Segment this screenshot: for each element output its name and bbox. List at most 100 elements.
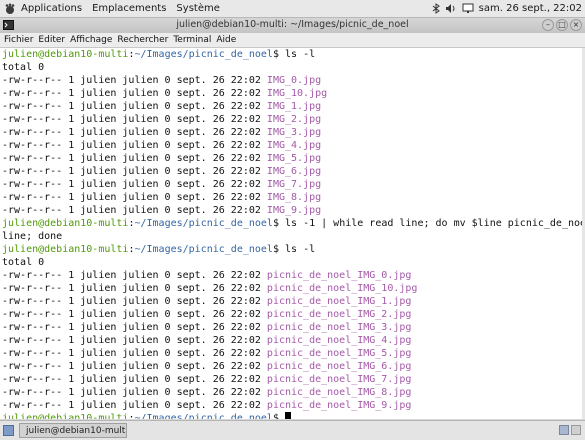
file-attrs: -rw-r--r-- 1 julien julien 0 sept. 26 22… — [2, 270, 261, 281]
file-name: picnic_de_noel_IMG_2.jpg — [266, 309, 412, 320]
file-entry: -rw-r--r-- 1 julien julien 0 sept. 26 22… — [2, 295, 411, 308]
prompt-path: ~/Images/picnic_de_noel — [134, 218, 273, 229]
file-entry: -rw-r--r-- 1 julien julien 0 sept. 26 22… — [2, 282, 417, 295]
file-attrs: -rw-r--r-- 1 julien julien 0 sept. 26 22… — [2, 205, 261, 216]
menu-terminal[interactable]: Terminal — [173, 35, 211, 45]
total-line: total 0 — [2, 257, 45, 268]
file-entry: -rw-r--r-- 1 julien julien 0 sept. 26 22… — [2, 74, 321, 87]
file-entry: -rw-r--r-- 1 julien julien 0 sept. 26 22… — [2, 152, 321, 165]
file-entry: -rw-r--r-- 1 julien julien 0 sept. 26 22… — [2, 87, 327, 100]
menu-applications[interactable]: Applications — [21, 3, 82, 14]
file-attrs: -rw-r--r-- 1 julien julien 0 sept. 26 22… — [2, 127, 261, 138]
prompt-path: ~/Images/picnic_de_noel — [134, 49, 273, 60]
prompt-line: julien@debian10-multi:~/Images/picnic_de… — [2, 217, 585, 230]
file-attrs: -rw-r--r-- 1 julien julien 0 sept. 26 22… — [2, 114, 261, 125]
file-entry: -rw-r--r-- 1 julien julien 0 sept. 26 22… — [2, 139, 321, 152]
menu-editer[interactable]: Editer — [38, 35, 65, 45]
prompt-line: julien@debian10-multi:~/Images/picnic_de… — [2, 412, 291, 419]
file-entry: -rw-r--r-- 1 julien julien 0 sept. 26 22… — [2, 204, 321, 217]
file-entry: -rw-r--r-- 1 julien julien 0 sept. 26 22… — [2, 100, 321, 113]
file-name: IMG_6.jpg — [266, 166, 322, 177]
workspace-2[interactable] — [571, 425, 581, 435]
file-attrs: -rw-r--r-- 1 julien julien 0 sept. 26 22… — [2, 166, 261, 177]
gnome-foot-icon[interactable] — [3, 2, 17, 16]
system-tray: sam. 26 sept., 22:02 — [432, 3, 585, 14]
file-entry: -rw-r--r-- 1 julien julien 0 sept. 26 22… — [2, 386, 411, 399]
bluetooth-icon[interactable] — [432, 3, 440, 14]
file-entry: -rw-r--r-- 1 julien julien 0 sept. 26 22… — [2, 334, 411, 347]
file-attrs: -rw-r--r-- 1 julien julien 0 sept. 26 22… — [2, 387, 261, 398]
menu-rechercher[interactable]: Rechercher — [117, 35, 168, 45]
file-attrs: -rw-r--r-- 1 julien julien 0 sept. 26 22… — [2, 283, 261, 294]
file-name: picnic_de_noel_IMG_3.jpg — [266, 322, 412, 333]
file-entry: -rw-r--r-- 1 julien julien 0 sept. 26 22… — [2, 347, 411, 360]
bottom-panel: julien@debian10-mult... — [0, 420, 585, 440]
prompt-line: julien@debian10-multi:~/Images/picnic_de… — [2, 244, 316, 255]
file-entry: -rw-r--r-- 1 julien julien 0 sept. 26 22… — [2, 321, 411, 334]
command-text: ls -1 | while read line; do mv $line pic… — [278, 218, 585, 229]
file-entry: -rw-r--r-- 1 julien julien 0 sept. 26 22… — [2, 360, 411, 373]
file-name: picnic_de_noel_IMG_4.jpg — [266, 335, 412, 346]
prompt-user-host: julien@debian10-multi — [2, 218, 129, 229]
file-name: picnic_de_noel_IMG_7.jpg — [266, 374, 412, 385]
file-entry: -rw-r--r-- 1 julien julien 0 sept. 26 22… — [2, 373, 411, 386]
file-name: IMG_5.jpg — [266, 153, 322, 164]
speaker-icon[interactable] — [445, 3, 457, 14]
workspace-1[interactable] — [559, 425, 569, 435]
taskbar-terminal-label: julien@debian10-mult... — [26, 425, 127, 436]
file-attrs: -rw-r--r-- 1 julien julien 0 sept. 26 22… — [2, 361, 261, 372]
text-cursor — [285, 412, 291, 419]
file-attrs: -rw-r--r-- 1 julien julien 0 sept. 26 22… — [2, 192, 261, 203]
window-titlebar[interactable]: julien@debian10-multi: ~/Images/picnic_d… — [0, 18, 585, 34]
total-line: total 0 — [2, 62, 45, 73]
prompt-user-host: julien@debian10-multi — [2, 413, 129, 419]
file-name: picnic_de_noel_IMG_1.jpg — [266, 296, 412, 307]
show-desktop-icon[interactable] — [3, 425, 14, 436]
prompt-user-host: julien@debian10-multi — [2, 244, 129, 255]
file-entry: -rw-r--r-- 1 julien julien 0 sept. 26 22… — [2, 126, 321, 139]
file-name: IMG_8.jpg — [266, 192, 322, 203]
file-name: IMG_7.jpg — [266, 179, 322, 190]
file-name: IMG_10.jpg — [266, 88, 328, 99]
file-attrs: -rw-r--r-- 1 julien julien 0 sept. 26 22… — [2, 153, 261, 164]
maximize-button[interactable]: □ — [556, 19, 568, 31]
taskbar-terminal-button[interactable]: julien@debian10-mult... — [19, 423, 127, 438]
menu-fichier[interactable]: Fichier — [4, 35, 33, 45]
menu-places[interactable]: Emplacements — [92, 3, 166, 14]
file-attrs: -rw-r--r-- 1 julien julien 0 sept. 26 22… — [2, 101, 261, 112]
file-attrs: -rw-r--r-- 1 julien julien 0 sept. 26 22… — [2, 88, 261, 99]
file-name: picnic_de_noel_IMG_8.jpg — [266, 387, 412, 398]
file-name: picnic_de_noel_IMG_10.jpg — [266, 283, 418, 294]
file-attrs: -rw-r--r-- 1 julien julien 0 sept. 26 22… — [2, 309, 261, 320]
prompt-path: ~/Images/picnic_de_noel — [134, 413, 273, 419]
file-attrs: -rw-r--r-- 1 julien julien 0 sept. 26 22… — [2, 140, 261, 151]
file-attrs: -rw-r--r-- 1 julien julien 0 sept. 26 22… — [2, 322, 261, 333]
terminal-menubar: Fichier Editer Affichage Rechercher Term… — [0, 33, 585, 48]
file-name: IMG_4.jpg — [266, 140, 322, 151]
file-name: picnic_de_noel_IMG_6.jpg — [266, 361, 412, 372]
top-panel: Applications Emplacements Système sam. 2… — [0, 0, 585, 18]
close-button[interactable]: × — [570, 19, 582, 31]
prompt-path: ~/Images/picnic_de_noel — [134, 244, 273, 255]
file-name: picnic_de_noel_IMG_5.jpg — [266, 348, 412, 359]
network-icon[interactable] — [462, 3, 474, 14]
window-title: julien@debian10-multi: ~/Images/picnic_d… — [176, 19, 409, 30]
file-entry: -rw-r--r-- 1 julien julien 0 sept. 26 22… — [2, 308, 411, 321]
file-entry: -rw-r--r-- 1 julien julien 0 sept. 26 22… — [2, 178, 321, 191]
prompt-line: julien@debian10-multi:~/Images/picnic_de… — [2, 49, 316, 60]
file-attrs: -rw-r--r-- 1 julien julien 0 sept. 26 22… — [2, 75, 261, 86]
file-entry: -rw-r--r-- 1 julien julien 0 sept. 26 22… — [2, 113, 321, 126]
terminal-output[interactable]: julien@debian10-multi:~/Images/picnic_de… — [0, 48, 585, 419]
file-entry: -rw-r--r-- 1 julien julien 0 sept. 26 22… — [2, 165, 321, 178]
file-entry: -rw-r--r-- 1 julien julien 0 sept. 26 22… — [2, 269, 411, 282]
menu-affichage[interactable]: Affichage — [70, 35, 112, 45]
minimize-button[interactable]: – — [542, 19, 554, 31]
file-name: IMG_1.jpg — [266, 101, 322, 112]
file-attrs: -rw-r--r-- 1 julien julien 0 sept. 26 22… — [2, 400, 261, 411]
file-name: IMG_9.jpg — [266, 205, 322, 216]
file-name: IMG_3.jpg — [266, 127, 322, 138]
clock[interactable]: sam. 26 sept., 22:02 — [479, 3, 582, 14]
file-name: IMG_2.jpg — [266, 114, 322, 125]
menu-system[interactable]: Système — [176, 3, 219, 14]
menu-aide[interactable]: Aide — [216, 35, 236, 45]
